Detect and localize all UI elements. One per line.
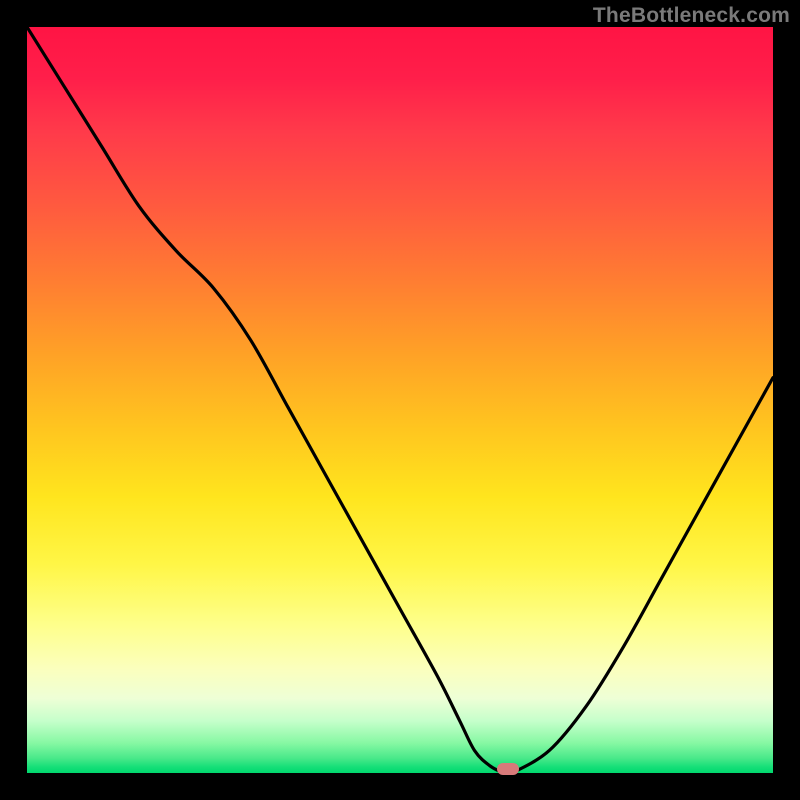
chart-container: TheBottleneck.com xyxy=(0,0,800,800)
line-chart-svg xyxy=(27,27,773,773)
bottleneck-curve xyxy=(27,27,773,773)
optimal-marker xyxy=(497,763,519,775)
plot-area xyxy=(27,27,773,773)
watermark-text: TheBottleneck.com xyxy=(593,4,790,28)
